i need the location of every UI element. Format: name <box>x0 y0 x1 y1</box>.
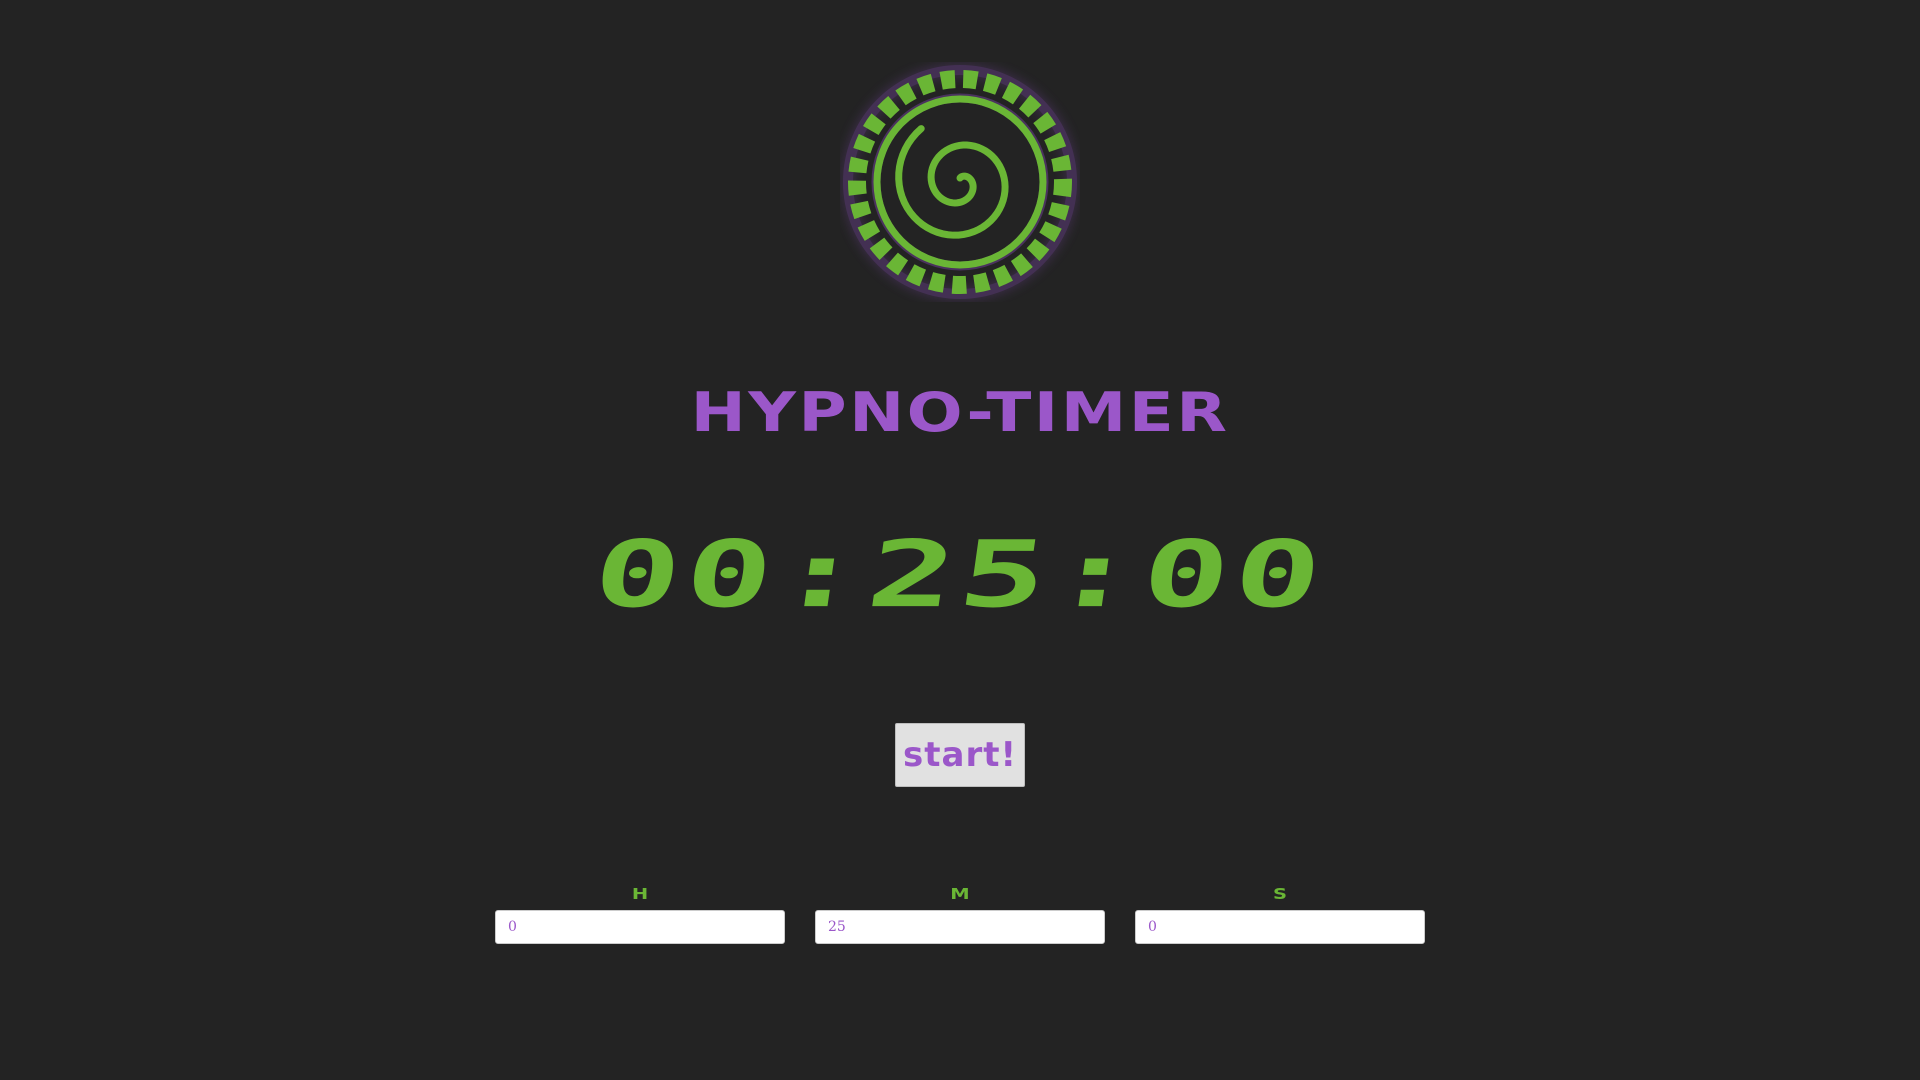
seconds-field: S <box>1135 884 1425 944</box>
timer-page: HYPNO-TIMER 00:25:00 start! H M S <box>0 0 1920 1080</box>
spiral-curl <box>895 125 1009 239</box>
app-title: HYPNO-TIMER <box>690 381 1230 444</box>
hypno-spiral-icon <box>840 62 1080 302</box>
seconds-input[interactable] <box>1135 910 1425 944</box>
start-button[interactable]: start! <box>895 723 1025 787</box>
seconds-label: S <box>1272 885 1288 903</box>
minutes-field: M <box>815 884 1105 944</box>
minutes-input[interactable] <box>815 910 1105 944</box>
hours-input[interactable] <box>495 910 785 944</box>
hours-field: H <box>495 884 785 944</box>
countdown-display: 00:25:00 <box>586 521 1334 629</box>
spiral-dashed-ring <box>848 70 1072 294</box>
